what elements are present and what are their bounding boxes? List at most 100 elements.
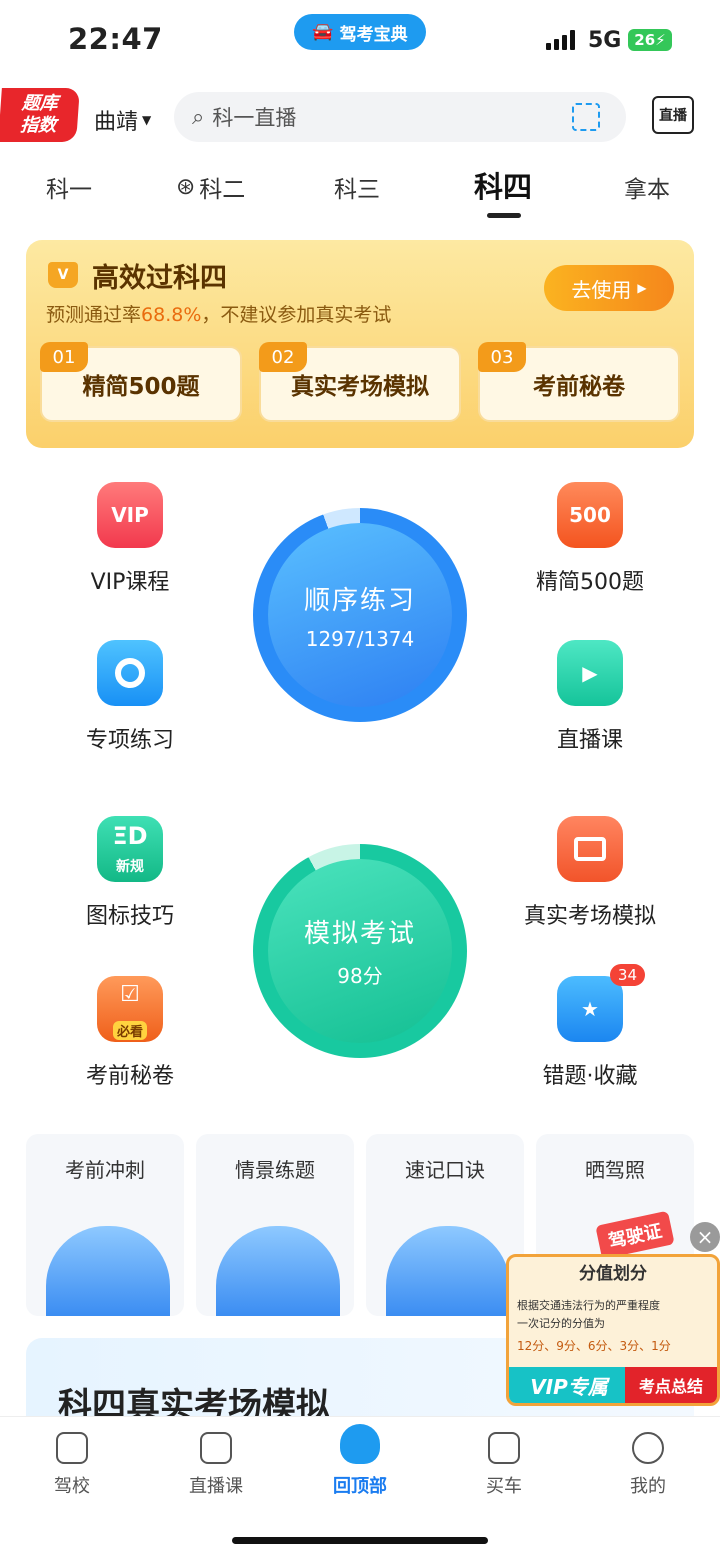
banner-subtitle: 预测通过率68.8%，不建议参加真实考试 [46, 300, 391, 327]
live-tv-icon[interactable]: 直播 [652, 96, 694, 134]
nav-mine[interactable]: 我的 [598, 1432, 698, 1498]
subtitle-suffix: ，不建议参加真实考试 [201, 304, 392, 326]
search-icon: ⌕ [192, 104, 205, 130]
study-illustration [386, 1226, 510, 1316]
500-icon: 500 [557, 482, 623, 548]
network-type: 5G [588, 28, 622, 53]
live-tv-label: 直播 [659, 108, 687, 124]
checklist-icon: ☑ 必看 [97, 976, 163, 1042]
video-values: 12分、9分、6分、3分、1分 [517, 1339, 671, 1353]
nav-label: 我的 [630, 1476, 666, 1497]
subtitle-prefix: 预测通过率 [46, 304, 142, 326]
nav-label: 直播课 [189, 1476, 243, 1497]
use-now-label: 去使用 [571, 277, 632, 302]
secret-paper-label: 考前秘卷 [85, 1064, 174, 1089]
pass-rate: 68.8% [141, 304, 202, 326]
nav-label: 买车 [486, 1476, 522, 1497]
nav-label: 驾校 [54, 1476, 90, 1497]
secret-paper-entry[interactable]: ☑ 必看 考前秘卷 [50, 976, 210, 1090]
video-icon: ▶ [557, 640, 623, 706]
live-course-entry[interactable]: ▶ 直播课 [510, 640, 670, 754]
banner-card-500[interactable]: 01 精简500题 [40, 342, 242, 422]
sign-tips-label: 图标技巧 [85, 904, 174, 929]
tab-ke1[interactable]: 科一 [46, 170, 92, 204]
scan-icon[interactable] [572, 103, 600, 131]
nav-live-course[interactable]: 直播课 [166, 1432, 266, 1498]
vip-icon-text: VIP [111, 503, 149, 527]
nav-driving-school[interactable]: 驾校 [22, 1432, 122, 1498]
video-title: 分值划分 [579, 1264, 647, 1284]
sequential-practice-core: 顺序练习 1297/1374 [268, 523, 452, 707]
pedestrian-sign-illustration [216, 1226, 340, 1316]
crown-icon: V [48, 262, 78, 288]
mnemonic-card[interactable]: 速记口诀 [366, 1134, 524, 1316]
tab-ke3[interactable]: 科三 [334, 170, 380, 204]
exam-score: 98分 [337, 964, 383, 988]
live-course-label: 直播课 [556, 728, 623, 753]
video-line2: 一次记分的分值为 [517, 1317, 605, 1330]
tab-nabeng[interactable]: 拿本 [624, 170, 670, 204]
mnemonic-label: 速记口诀 [405, 1158, 485, 1182]
rocket-icon [340, 1424, 380, 1464]
video-line1: 根据交通违法行为的严重程度 [517, 1299, 660, 1312]
simplified-500-entry[interactable]: 500 精简500题 [510, 482, 670, 596]
show-license-label: 晒驾照 [585, 1158, 645, 1182]
wrong-count-badge: 34 [609, 964, 645, 986]
card-number: 03 [478, 342, 526, 372]
search-bar[interactable]: ⌕ 科一直播 [174, 92, 626, 142]
banner-title: 高效过科四 [92, 263, 227, 294]
banner-card-secret[interactable]: 03 考前秘卷 [478, 342, 680, 422]
sequential-practice-button[interactable]: 顺序练习 1297/1374 [253, 508, 467, 722]
tab-ke2[interactable]: ⊛ 科二 [176, 170, 245, 204]
search-input[interactable]: 科一直播 [212, 102, 296, 132]
special-practice-label: 专项练习 [85, 728, 174, 753]
nav-back-to-top[interactable]: 回顶部 [310, 1424, 410, 1498]
sign-tips-entry[interactable]: 新规 ΞD 图标技巧 [50, 816, 210, 930]
monitor-icon [557, 816, 623, 882]
mock-exam-core: 模拟考试 98分 [268, 859, 452, 1043]
floating-video-window[interactable]: 分值划分 根据交通违法行为的严重程度 一次记分的分值为 12分、9分、6分、3分… [506, 1254, 720, 1406]
school-icon [56, 1432, 88, 1464]
card-label: 考前秘卷 [533, 374, 625, 400]
special-practice-entry[interactable]: 专项练习 [50, 640, 210, 754]
tab-ke2-label: 科二 [199, 177, 246, 203]
wrong-favorites-entry[interactable]: ★ 34 错题·收藏 [510, 964, 670, 1090]
app-name: 驾考宝典 [339, 24, 408, 45]
must-see-tag: 必看 [112, 1021, 147, 1040]
rocket-illustration [46, 1226, 170, 1316]
scenario-practice-card[interactable]: 情景练题 [196, 1134, 354, 1316]
sign-tips-icon: 新规 ΞD [97, 816, 163, 882]
500-icon-text: 500 [569, 503, 611, 527]
play-arrow-icon: ▶ [637, 281, 647, 295]
car-icon: 🚘 [312, 22, 334, 42]
app-name-pill[interactable]: 🚘 驾考宝典 [294, 14, 426, 50]
simplified-500-label: 精简500题 [536, 570, 644, 595]
card-number: 02 [259, 342, 307, 372]
tv-icon [200, 1432, 232, 1464]
banner-card-real-exam[interactable]: 02 真实考场模拟 [259, 342, 461, 422]
city-selector[interactable]: 曲靖 ▼ [94, 104, 151, 136]
card-label: 精简500题 [82, 374, 200, 400]
badge-line2: 指数 [19, 115, 57, 136]
subject-tabs: 科一 ⊛ 科二 科三 科四 拿本 [0, 160, 720, 220]
star-bookmark-icon: ★ 34 [557, 964, 645, 1042]
sprint-label: 考前冲刺 [65, 1158, 145, 1182]
sprint-card[interactable]: 考前冲刺 [26, 1134, 184, 1316]
profile-icon [632, 1432, 664, 1464]
question-bank-index-badge[interactable]: 题库 指数 [0, 88, 80, 142]
use-now-button[interactable]: 去使用 ▶ [544, 265, 674, 311]
nav-label: 回顶部 [333, 1476, 387, 1497]
practice-progress: 1297/1374 [305, 626, 415, 651]
car-outline-icon [488, 1432, 520, 1464]
nav-buy-car[interactable]: 买车 [454, 1432, 554, 1498]
tab-ke4[interactable]: 科四 [474, 164, 532, 206]
exam-title: 模拟考试 [303, 919, 416, 949]
real-exam-sim-entry[interactable]: 真实考场模拟 [510, 816, 670, 930]
vip-exclusive-tag: VIP专属 [509, 1367, 629, 1403]
close-icon[interactable]: × [690, 1222, 720, 1252]
vip-course-entry[interactable]: VIP VIP课程 [50, 482, 210, 596]
vip-icon: VIP [97, 482, 163, 548]
mock-exam-button[interactable]: 模拟考试 98分 [253, 844, 467, 1058]
license-stamp: 驾驶证 [595, 1210, 675, 1260]
scenario-label: 情景练题 [235, 1158, 315, 1182]
